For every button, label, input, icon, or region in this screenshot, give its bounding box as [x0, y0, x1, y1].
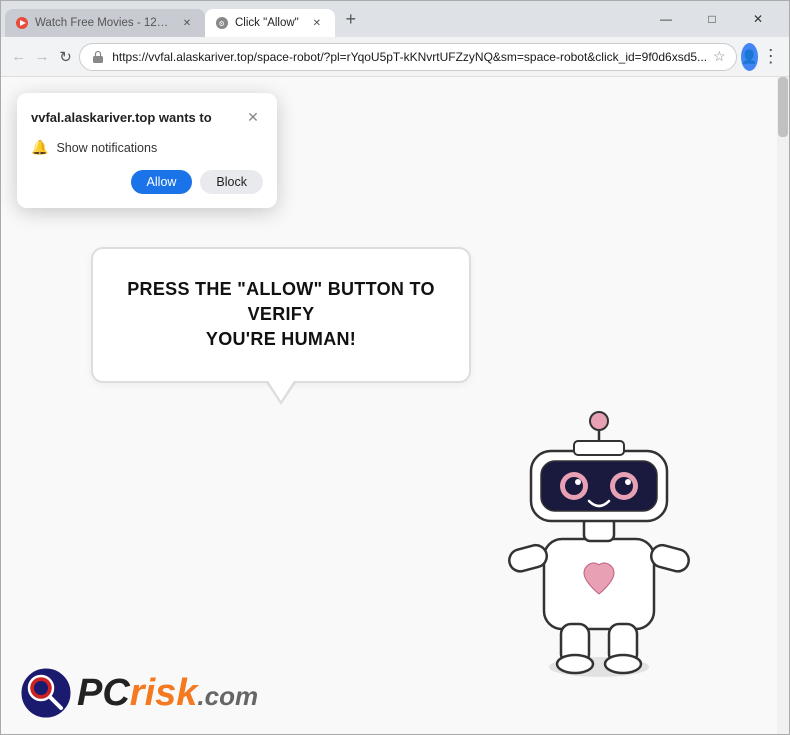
forward-button[interactable]: →	[32, 41, 51, 73]
browser-window: Watch Free Movies - 123movie... ✕ ⚙ Clic…	[0, 0, 790, 735]
tab-active[interactable]: ⚙ Click "Allow" ✕	[205, 9, 335, 37]
menu-button[interactable]: ⋮	[762, 41, 781, 73]
allow-button[interactable]: Allow	[131, 170, 193, 194]
tab-inactive[interactable]: Watch Free Movies - 123movie... ✕	[5, 9, 205, 37]
page-content: vvfal.alaskariver.top wants to ✕ 🔔 Show …	[1, 77, 789, 734]
pcrisk-com-text: .com	[197, 681, 258, 711]
tab1-favicon	[15, 16, 29, 30]
popup-buttons: Allow Block	[31, 170, 263, 194]
popup-header: vvfal.alaskariver.top wants to ✕	[31, 107, 263, 127]
tab2-close[interactable]: ✕	[309, 15, 325, 31]
scrollbar-thumb[interactable]	[778, 77, 788, 137]
tab1-close[interactable]: ✕	[179, 15, 195, 31]
scrollbar[interactable]	[777, 77, 789, 734]
new-tab-button[interactable]: +	[337, 5, 365, 33]
refresh-button[interactable]: ↻	[56, 41, 75, 73]
navigation-bar: ← → ↻ https://vvfal.alaskariver.top/spac…	[1, 37, 789, 77]
refresh-icon: ↻	[59, 48, 72, 66]
profile-icon: 👤	[741, 49, 757, 65]
window-controls: — □ ✕	[635, 1, 789, 37]
tab1-label: Watch Free Movies - 123movie...	[35, 17, 169, 29]
robot-svg	[489, 399, 709, 679]
pcrisk-pc-text: PC	[77, 672, 130, 714]
speech-bubble: PRESS THE "ALLOW" BUTTON TO VERIFYYOU'RE…	[91, 247, 471, 383]
back-icon: ←	[11, 48, 26, 65]
popup-title: vvfal.alaskariver.top wants to	[31, 110, 212, 125]
forward-icon: →	[35, 48, 50, 65]
tab2-favicon: ⚙	[215, 16, 229, 30]
maximize-button[interactable]: □	[689, 1, 735, 37]
svg-text:⚙: ⚙	[219, 20, 225, 28]
robot-illustration	[489, 399, 709, 684]
speech-bubble-text: PRESS THE "ALLOW" BUTTON TO VERIFYYOU'RE…	[127, 279, 435, 349]
minimize-button[interactable]: —	[643, 1, 689, 37]
notification-text: Show notifications	[56, 141, 157, 155]
profile-button[interactable]: 👤	[741, 43, 758, 71]
bookmark-icon[interactable]: ☆	[713, 48, 726, 65]
address-bar[interactable]: https://vvfal.alaskariver.top/space-robo…	[79, 43, 736, 71]
tab2-label: Click "Allow"	[235, 17, 299, 29]
tab-bar: Watch Free Movies - 123movie... ✕ ⚙ Clic…	[1, 1, 635, 37]
pcrisk-logo: PCrisk.com	[21, 668, 258, 718]
notification-popup: vvfal.alaskariver.top wants to ✕ 🔔 Show …	[17, 93, 277, 208]
security-icon	[90, 49, 106, 65]
block-button[interactable]: Block	[200, 170, 263, 194]
popup-notification-row: 🔔 Show notifications	[31, 139, 263, 156]
close-button[interactable]: ✕	[735, 1, 781, 37]
pcrisk-text-container: PCrisk.com	[77, 672, 258, 715]
popup-close-button[interactable]: ✕	[243, 107, 263, 127]
vertical-dots-icon: ⋮	[762, 46, 781, 67]
back-button[interactable]: ←	[9, 41, 28, 73]
pcrisk-logo-icon	[21, 668, 71, 718]
pcrisk-risk-text: risk	[130, 672, 198, 714]
speech-bubble-container: PRESS THE "ALLOW" BUTTON TO VERIFYYOU'RE…	[91, 247, 471, 383]
bell-icon: 🔔	[31, 139, 48, 156]
title-bar: Watch Free Movies - 123movie... ✕ ⚙ Clic…	[1, 1, 789, 37]
url-text: https://vvfal.alaskariver.top/space-robo…	[112, 50, 707, 64]
